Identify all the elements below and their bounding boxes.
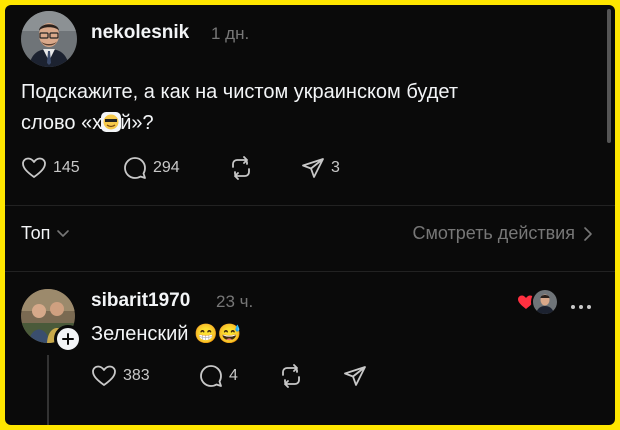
reply-comment-button[interactable]: 4 — [199, 364, 238, 388]
comment-count: 294 — [153, 159, 180, 176]
reply-like-button[interactable]: 383 — [91, 364, 150, 388]
comment-icon — [124, 157, 146, 179]
author-mini-avatar — [531, 288, 559, 316]
reply-share-button[interactable] — [343, 364, 367, 388]
like-button[interactable]: 145 — [21, 156, 80, 180]
like-count: 145 — [53, 159, 80, 176]
more-dots-icon — [571, 305, 591, 309]
thread-line — [47, 355, 49, 425]
liked-by-author-indicator — [517, 286, 559, 316]
repost-icon — [232, 156, 250, 180]
send-icon — [344, 366, 366, 386]
reply-text-content: Зеленский — [91, 323, 189, 345]
author-username[interactable]: nekolesnik — [91, 22, 189, 44]
reply-comment-count: 4 — [229, 367, 238, 384]
comment-button[interactable]: 294 — [123, 156, 180, 180]
author-avatar[interactable] — [21, 11, 77, 67]
post-text-line-1: Подскажите, а как на чистом украинском б… — [21, 81, 459, 103]
chevron-down-icon — [57, 229, 70, 237]
send-icon — [302, 158, 324, 178]
post-text-before-sticker: слово «х — [21, 112, 103, 134]
heart-icon — [92, 365, 116, 386]
sort-label: Топ — [21, 223, 51, 243]
reply-repost-button[interactable] — [279, 364, 303, 388]
share-count: 3 — [331, 159, 340, 176]
reply-like-count: 383 — [123, 367, 150, 384]
plus-icon — [62, 333, 74, 345]
heart-icon — [22, 157, 46, 178]
view-activity-link[interactable]: Смотреть действия — [413, 223, 593, 244]
sticker-censor-icon — [100, 111, 122, 133]
post-text-after-sticker: й»? — [120, 112, 154, 134]
view-activity-label: Смотреть действия — [412, 223, 575, 243]
sort-dropdown[interactable]: Топ — [21, 223, 70, 244]
reply-time: 23 ч. — [216, 292, 254, 311]
repost-button[interactable] — [229, 156, 253, 180]
post-thread: nekolesnik 1 дн. Подскажите, а как на чи… — [5, 5, 615, 425]
sort-divider — [5, 271, 615, 272]
post-time: 1 дн. — [211, 24, 250, 43]
share-button[interactable]: 3 — [301, 156, 340, 180]
reply-username[interactable]: sibarit1970 — [91, 290, 190, 312]
scrollbar[interactable] — [607, 9, 611, 143]
chevron-right-icon — [584, 226, 592, 241]
comment-icon — [200, 365, 222, 387]
post-text-line-2: слово «х й»? — [21, 108, 458, 139]
more-options-button[interactable] — [570, 297, 592, 309]
follow-plus-button[interactable] — [54, 325, 82, 353]
reply-emojis: 😁😅 — [194, 324, 242, 345]
reply-text: Зеленский 😁😅 — [91, 319, 241, 350]
repost-icon — [282, 364, 300, 388]
post-divider — [5, 205, 615, 206]
post-text: Подскажите, а как на чистом украинском б… — [21, 77, 458, 139]
